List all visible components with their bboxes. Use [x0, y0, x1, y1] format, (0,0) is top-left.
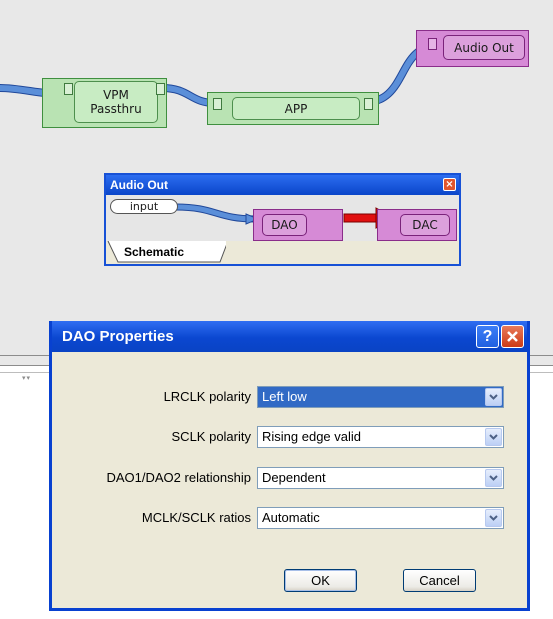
help-icon: ? [482, 327, 493, 345]
vpm-passthru-block[interactable]: VPM Passthru [42, 78, 167, 128]
lrclk-dropdown-button[interactable] [485, 388, 502, 406]
vpm-input-port[interactable] [64, 83, 73, 95]
vpm-output-port[interactable] [156, 83, 165, 95]
lrclk-polarity-value: Left low [262, 389, 307, 404]
dao-relationship-value: Dependent [262, 470, 326, 485]
mclk-dropdown-button[interactable] [485, 509, 502, 527]
subwindow-schematic-area[interactable]: input DAO DAC [106, 195, 459, 241]
sclk-polarity-label: SCLK polarity [171, 429, 251, 444]
dao-label-text: DAO [271, 218, 298, 232]
chevron-down-icon [489, 394, 498, 400]
help-button[interactable]: ? [476, 325, 499, 348]
dao-label: DAO [262, 214, 307, 236]
chevron-down-icon [489, 475, 498, 481]
audio-out-label-text: Audio Out [454, 40, 514, 55]
sclk-dropdown-button[interactable] [485, 428, 502, 446]
sclk-polarity-select[interactable]: Rising edge valid [257, 426, 504, 448]
audio-out-input-port[interactable] [428, 38, 437, 50]
audio-out-block[interactable]: Audio Out [416, 30, 529, 67]
subwindow-title[interactable]: Audio Out [106, 175, 459, 195]
app-input-port[interactable] [213, 98, 222, 110]
app-block[interactable]: APP [207, 92, 379, 125]
vpm-passthru-label: VPM Passthru [74, 81, 158, 123]
dao-block[interactable]: DAO [253, 209, 343, 241]
lrclk-polarity-select[interactable]: Left low [257, 386, 504, 408]
dialog-title[interactable]: DAO Properties [52, 321, 527, 352]
lrclk-polarity-label: LRCLK polarity [163, 389, 251, 404]
app-label: APP [232, 97, 360, 120]
subwindow-tab-bar: Schematic [106, 241, 459, 264]
splitter-grip-icon[interactable]: ▾▾ [22, 374, 31, 382]
subwindow-close-button[interactable]: × [443, 178, 456, 191]
schematic-canvas[interactable]: VPM Passthru APP Audio Out Audio Out × i… [0, 0, 553, 365]
vpm-label-line1: VPM [103, 88, 129, 102]
ok-button[interactable]: OK [284, 569, 357, 592]
audio-out-subwindow[interactable]: Audio Out × input DAO DAC Schematic [104, 173, 461, 266]
audio-out-label: Audio Out [443, 35, 525, 60]
dao-relationship-label: DAO1/DAO2 relationship [106, 470, 251, 485]
dac-label-text: DAC [412, 218, 438, 232]
mclk-sclk-ratios-select[interactable]: Automatic [257, 507, 504, 529]
chevron-down-icon [489, 515, 498, 521]
input-port-pill[interactable]: input [110, 199, 178, 214]
chevron-down-icon [489, 434, 498, 440]
input-port-label: input [129, 199, 159, 213]
dao-properties-dialog: DAO Properties ? LRCLK polarity Left low… [49, 321, 530, 611]
close-button[interactable] [501, 325, 524, 348]
close-icon [507, 331, 518, 342]
mclk-sclk-ratios-label: MCLK/SCLK ratios [141, 510, 251, 525]
cancel-button[interactable]: Cancel [403, 569, 476, 592]
dao-relationship-select[interactable]: Dependent [257, 467, 504, 489]
tab-schematic[interactable]: Schematic [124, 242, 184, 262]
app-label-text: APP [284, 101, 308, 116]
vpm-label-line2: Passthru [90, 102, 142, 116]
app-output-port[interactable] [364, 98, 373, 110]
dao-relationship-dropdown-button[interactable] [485, 469, 502, 487]
mclk-sclk-ratios-value: Automatic [262, 510, 320, 525]
dac-label: DAC [400, 214, 450, 236]
sclk-polarity-value: Rising edge valid [262, 429, 362, 444]
dac-block[interactable]: DAC [377, 209, 457, 241]
